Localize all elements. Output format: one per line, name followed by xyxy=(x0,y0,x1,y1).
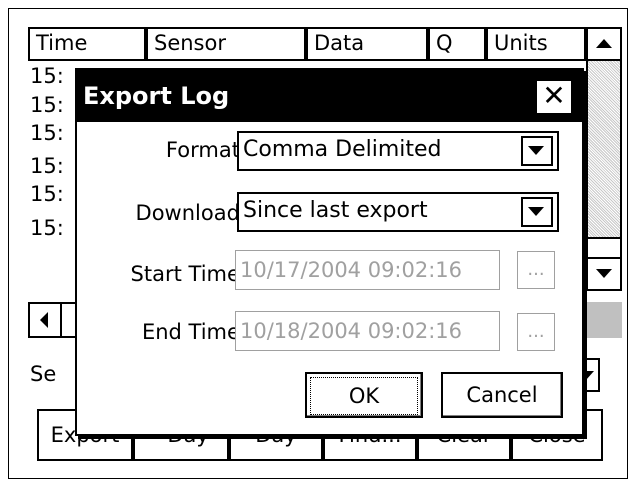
download-label: Download: xyxy=(135,201,247,225)
close-icon: ✕ xyxy=(542,79,566,112)
cancel-button[interactable]: Cancel xyxy=(441,372,563,418)
dialog-title: Export Log xyxy=(83,82,230,110)
start-time-browse-button[interactable]: ... xyxy=(517,251,555,289)
arrow-down-icon xyxy=(596,269,612,278)
table-row[interactable]: 15: xyxy=(30,214,64,242)
column-header-units[interactable]: Units xyxy=(486,27,586,61)
start-time-label: Start Time: xyxy=(130,262,247,286)
table-row[interactable]: 15: xyxy=(30,91,64,119)
ok-button[interactable]: OK xyxy=(305,372,423,418)
scroll-left-button[interactable] xyxy=(30,304,62,336)
table-row[interactable]: 15: xyxy=(30,180,64,208)
scrollbar-track[interactable] xyxy=(588,61,620,237)
format-label: Format: xyxy=(165,138,247,162)
table-row[interactable]: 15: xyxy=(30,119,64,147)
table-row[interactable]: 15: xyxy=(30,152,64,180)
scrollbar-thumb[interactable] xyxy=(588,237,620,259)
end-time-browse-button[interactable]: ... xyxy=(517,313,555,351)
arrow-up-icon xyxy=(596,39,612,48)
download-dropdown-button[interactable] xyxy=(521,197,553,227)
arrow-left-icon xyxy=(40,312,48,328)
scrollbar-corner xyxy=(586,302,622,338)
start-time-field[interactable]: 10/17/2004 09:02:16 xyxy=(235,250,500,290)
chevron-down-icon xyxy=(528,207,544,216)
end-time-field[interactable]: 10/18/2004 09:02:16 xyxy=(235,311,500,351)
format-value: Comma Delimited xyxy=(243,137,442,162)
scroll-up-button[interactable] xyxy=(588,29,620,61)
chevron-down-icon xyxy=(528,146,544,155)
ok-button-label: OK xyxy=(310,377,418,415)
format-select[interactable]: Comma Delimited xyxy=(237,131,559,171)
column-header-sensor[interactable]: Sensor xyxy=(146,27,306,61)
column-header-q[interactable]: Q xyxy=(428,27,486,61)
end-time-label: End Time: xyxy=(141,320,247,344)
download-value: Since last export xyxy=(243,198,428,223)
column-header-time[interactable]: Time xyxy=(28,27,146,61)
format-dropdown-button[interactable] xyxy=(521,136,553,166)
export-log-dialog: Export Log ✕ Format: Comma Delimited Dow… xyxy=(75,68,584,436)
dialog-title-bar: Export Log xyxy=(77,70,582,122)
select-label: Se xyxy=(30,362,57,386)
table-row[interactable]: 15: xyxy=(30,62,64,90)
download-select[interactable]: Since last export xyxy=(237,192,559,232)
scroll-down-button[interactable] xyxy=(588,259,620,289)
dialog-close-button[interactable]: ✕ xyxy=(535,79,573,115)
vertical-scrollbar[interactable] xyxy=(586,27,622,291)
column-header-data[interactable]: Data xyxy=(306,27,428,61)
